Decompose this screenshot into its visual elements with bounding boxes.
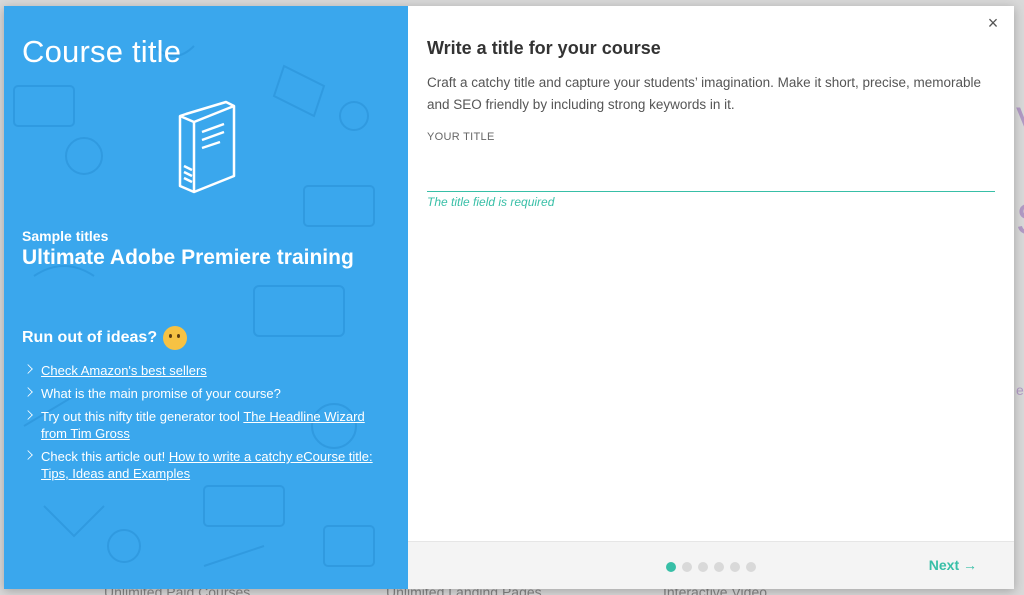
idea-item: What is the main promise of your course? <box>22 385 392 402</box>
step-dot <box>698 562 708 572</box>
chevron-right-icon <box>23 410 33 420</box>
chevron-right-icon <box>23 450 33 460</box>
title-field-label: YOUR TITLE <box>427 131 495 143</box>
idea-item: Check this article out! How to write a c… <box>22 448 392 482</box>
step-dot <box>666 562 676 572</box>
tips-panel: Course title Sample titles Ultimate Adob… <box>4 6 408 589</box>
sample-titles-label: Sample titles <box>22 228 109 244</box>
step-dot <box>682 562 692 572</box>
ideas-heading: Run out of ideas? <box>22 326 188 350</box>
ideas-list: Check Amazon's best sellers What is the … <box>22 362 392 488</box>
next-button[interactable]: Next → <box>929 557 977 573</box>
chevron-right-icon <box>23 364 33 374</box>
chevron-right-icon <box>23 387 33 397</box>
step-dot <box>746 562 756 572</box>
sample-title-text: Ultimate Adobe Premiere training <box>22 246 354 269</box>
step-indicator <box>666 562 756 572</box>
idea-text: Check this article out! <box>41 449 169 464</box>
amazon-bestsellers-link[interactable]: Check Amazon's best sellers <box>41 363 207 378</box>
book-icon <box>178 100 236 194</box>
course-title-input[interactable] <box>427 156 995 192</box>
step-dot <box>714 562 724 572</box>
ideas-heading-text: Run out of ideas? <box>22 329 158 346</box>
doodle-background <box>13 45 375 567</box>
title-form-panel: × Write a title for your course Craft a … <box>408 6 1014 589</box>
form-description: Craft a catchy title and capture your st… <box>427 75 982 112</box>
title-error-message: The title field is required <box>427 195 555 209</box>
thinking-face-icon <box>163 326 188 350</box>
idea-text: What is the main promise of your course? <box>41 386 281 401</box>
close-icon[interactable]: × <box>984 14 1002 32</box>
form-heading: Write a title for your course <box>427 38 661 58</box>
step-dot <box>730 562 740 572</box>
idea-item: Check Amazon's best sellers <box>22 362 392 379</box>
panel-heading: Course title <box>22 34 182 69</box>
idea-item: Try out this nifty title generator tool … <box>22 408 392 442</box>
modal-footer: Next → <box>408 541 1014 589</box>
course-title-modal: Course title Sample titles Ultimate Adob… <box>4 6 1014 589</box>
idea-text: Try out this nifty title generator tool <box>41 409 244 424</box>
